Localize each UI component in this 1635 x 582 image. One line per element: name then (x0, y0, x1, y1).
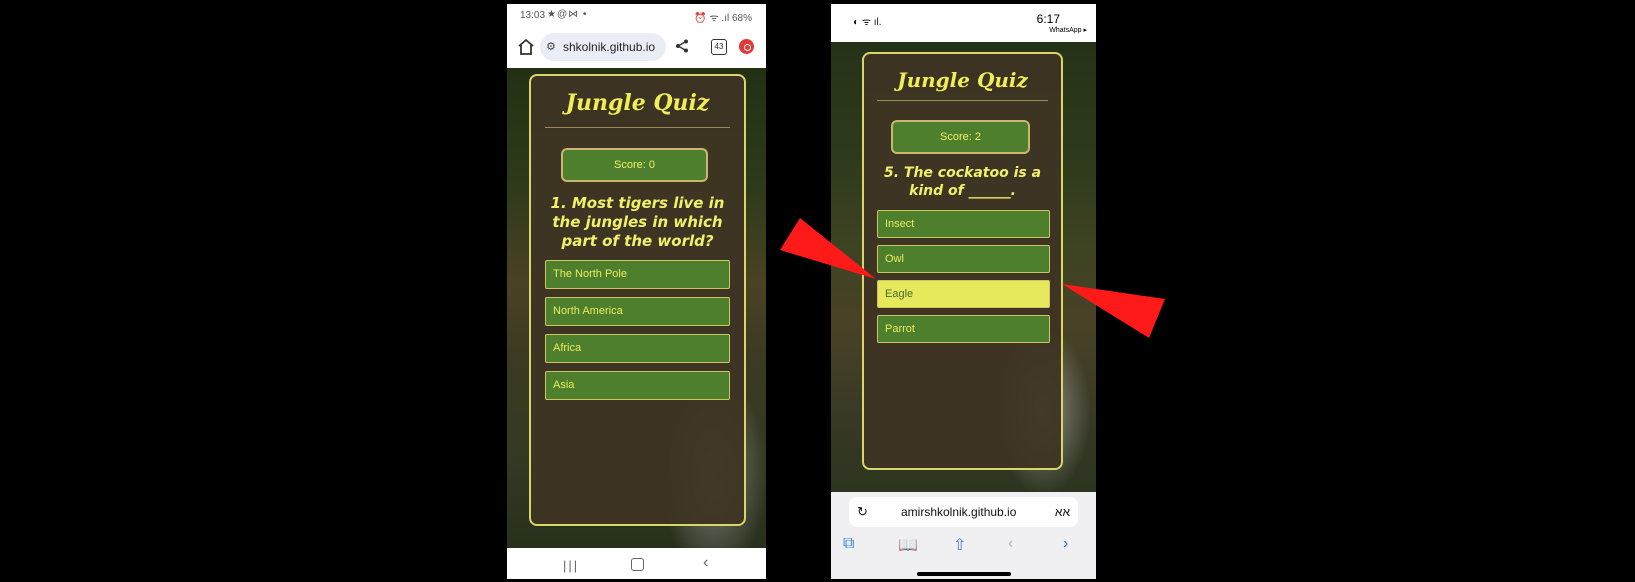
tab-switcher-button[interactable]: 43 (711, 39, 727, 55)
battery-status: ⏰ ᯤ .ıl 68% (694, 13, 752, 24)
forward-icon[interactable]: › (1063, 535, 1068, 553)
answer-button[interactable]: Asia (545, 371, 730, 400)
address-text: shkolnik.github.io (563, 40, 656, 54)
answer-button[interactable]: Parrot (877, 315, 1050, 343)
title-divider (545, 127, 730, 128)
address-text: amirshkolnik.github.io (901, 505, 1017, 519)
reload-icon[interactable]: ↻ (857, 497, 868, 527)
android-status-bar: 13:03 ★@⋈ • ⏰ ᯤ .ıl 68% (507, 4, 766, 28)
address-bar[interactable]: ⚙ shkolnik.github.io (540, 33, 666, 61)
back-to-app-link[interactable]: WhatsApp ▸ (1049, 26, 1087, 34)
quiz-title: Jungle Quiz (897, 68, 1028, 92)
status-icons: ◐ ᯤ ıl. (853, 17, 882, 28)
quiz-card: Jungle Quiz Score: 2 5. The cockatoo is … (862, 52, 1063, 470)
ios-phone-screenshot: ◐ ᯤ ıl. 6:17 WhatsApp ▸ Jungle Quiz Scor… (831, 4, 1096, 579)
tabs-icon[interactable]: ⧉ (843, 535, 854, 553)
bookmarks-icon[interactable]: 📖 (898, 535, 918, 555)
nav-back-icon[interactable]: ‹ (703, 554, 708, 572)
home-icon[interactable] (517, 38, 535, 56)
score-display: Score: 2 (891, 120, 1030, 154)
share-icon[interactable] (675, 39, 689, 53)
share-icon[interactable]: ⇧ (953, 535, 966, 555)
ios-status-bar: ◐ ᯤ ıl. 6:17 WhatsApp ▸ (831, 4, 1096, 42)
question-text: 5. The cockatoo is a kind of ______. (883, 165, 1042, 199)
browser-toolbar: ⚙ shkolnik.github.io 43 (507, 28, 766, 68)
notification-icons: ★@⋈ • (547, 9, 588, 20)
status-time: 13:03 (520, 10, 546, 21)
home-indicator (917, 572, 1011, 576)
answer-button[interactable]: Africa (545, 334, 730, 363)
question-text: 1. Most tigers live in the jungles in wh… (550, 194, 725, 250)
quiz-card: Jungle Quiz Score: 0 1. Most tigers live… (529, 74, 746, 526)
answer-button-selected[interactable]: Eagle (877, 280, 1050, 308)
red-arrow-left (780, 218, 876, 279)
safari-bottom-bar: ↻ amirshkolnik.github.io אא ⧉ 📖 ⇧ ‹ › (831, 492, 1096, 579)
answer-button[interactable]: Insect (877, 210, 1050, 238)
red-arrow-right (1062, 284, 1165, 338)
answer-button[interactable]: The North Pole (545, 260, 730, 289)
status-time: 6:17 (1036, 12, 1060, 26)
browser-menu-icon[interactable] (739, 39, 754, 54)
title-divider (877, 100, 1048, 101)
recent-apps-icon[interactable]: ||| (563, 558, 579, 573)
nav-home-icon[interactable] (631, 558, 644, 571)
jungle-background: Jungle Quiz Score: 0 1. Most tigers live… (507, 68, 766, 548)
answer-button[interactable]: Owl (877, 245, 1050, 273)
android-phone-screenshot: 13:03 ★@⋈ • ⏰ ᯤ .ıl 68% ⚙ shkolnik.githu… (507, 4, 766, 579)
quiz-title: Jungle Quiz (565, 90, 710, 116)
address-bar[interactable]: ↻ amirshkolnik.github.io אא (849, 497, 1078, 527)
score-display: Score: 0 (561, 148, 708, 182)
android-nav-bar: ||| ‹ (507, 548, 766, 579)
answer-button[interactable]: North America (545, 297, 730, 326)
back-icon[interactable]: ‹ (1008, 535, 1013, 553)
site-settings-icon[interactable]: ⚙ (546, 33, 556, 61)
reader-settings-button[interactable]: אא (1055, 497, 1070, 527)
